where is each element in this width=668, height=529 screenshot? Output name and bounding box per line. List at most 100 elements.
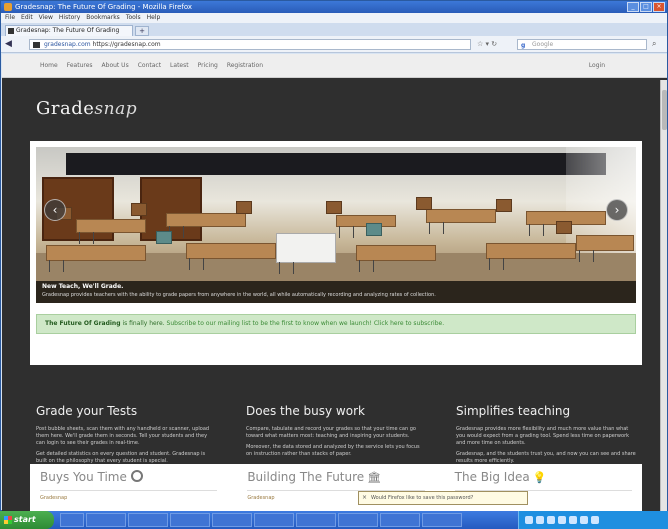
taskbar-item[interactable] [422,513,462,527]
feature-text: Post bubble sheets, scan them with any h… [36,426,210,446]
carousel-caption: New Teach, We'll Grade. Gradesnap provid… [36,281,636,303]
tray-icon[interactable] [525,516,533,524]
menu-history[interactable]: History [59,13,80,23]
chair [326,201,342,214]
nav-latest[interactable]: Latest [170,62,189,69]
building-icon: 🏛 [367,471,382,484]
title-bar: Gradesnap: The Future Of Grading - Mozil… [1,1,667,13]
carousel-slide-classroom: New Teach, We'll Grade. Gradesnap provid… [36,147,636,303]
site-identity-icon[interactable] [33,42,40,48]
card-buys-time: Buys You Time Gradesnap [40,470,218,512]
divider [40,490,218,491]
scrollbar-thumb[interactable] [662,90,667,130]
taskbar-item[interactable] [380,513,420,527]
card-title-text: Building The Future [247,470,365,484]
nav-pricing[interactable]: Pricing [198,62,218,69]
feature-text: Gradesnap, and the students trust you, a… [456,451,636,464]
taskbar-item[interactable] [338,513,378,527]
reload-icon[interactable]: ☆ ▾ ↻ [477,40,497,48]
site-nav: Home Features About Us Contact Latest Pr… [2,54,667,78]
nav-features[interactable]: Features [67,62,93,69]
nav-contact[interactable]: Contact [138,62,161,69]
logo-main: Grade [36,98,95,119]
start-button[interactable]: start [0,511,54,529]
search-placeholder: Google [532,41,554,48]
hero-carousel: New Teach, We'll Grade. Gradesnap provid… [30,141,642,365]
search-bar[interactable]: g Google [517,39,647,50]
taskbar-item[interactable] [170,513,210,527]
desk [276,233,336,274]
taskbar-item[interactable] [296,513,336,527]
alert-bold: The Future Of Grading [45,320,121,327]
feature-text: Gradesnap provides more flexibility and … [456,426,630,446]
chair [416,197,432,210]
chair [556,221,572,234]
page-scrollbar[interactable] [660,80,667,512]
tray-icon[interactable] [547,516,555,524]
taskbar-item[interactable] [86,513,126,527]
logo-accent: snap [94,99,138,119]
site-logo[interactable]: Gradesnap [36,98,137,119]
magnifier-icon[interactable]: ⌕ [652,39,656,49]
desk [76,219,146,244]
close-button[interactable]: × [653,2,665,12]
nav-about[interactable]: About Us [102,62,129,69]
tray-icon[interactable] [558,516,566,524]
chair [156,231,172,244]
desk [46,245,146,272]
new-tab-button[interactable]: + [135,26,149,36]
address-bar[interactable]: gradesnap.com https://gradesnap.com [29,39,471,50]
start-label: start [14,515,36,524]
back-arrow-icon[interactable]: ◀ [5,39,17,50]
tray-icon[interactable] [569,516,577,524]
card-title: The Big Idea 💡 [455,470,632,484]
chair [366,223,382,236]
window-title: Gradesnap: The Future Of Grading - Mozil… [15,3,193,11]
taskbar-item[interactable] [254,513,294,527]
menu-bar: File Edit View History Bookmarks Tools H… [1,13,667,23]
nav-home[interactable]: Home [40,62,58,69]
tray-icon[interactable] [580,516,588,524]
taskbar-item[interactable] [60,513,84,527]
menu-file[interactable]: File [5,13,15,23]
caption-title: New Teach, We'll Grade. [42,283,124,290]
feature-busy-work: Does the busy work Compare, tabulate and… [246,404,426,469]
card-text: Gradesnap [40,495,68,501]
caption-text: Gradesnap provides teachers with the abi… [42,292,436,298]
popup-close-icon[interactable]: × [362,492,367,504]
chair [496,199,512,212]
chalkboard [66,153,606,175]
feature-text: Compare, tabulate and record your grades… [246,426,416,439]
taskbar-item[interactable] [128,513,168,527]
tray-icon[interactable] [536,516,544,524]
feature-title: Does the busy work [246,404,365,418]
announcement-alert: The Future Of Grading is finally here. S… [36,314,636,334]
maximize-button[interactable]: □ [640,2,652,12]
tab-bar: Gradesnap: The Future Of Grading + [1,23,667,36]
menu-bookmarks[interactable]: Bookmarks [86,13,120,23]
login-link[interactable]: Login [589,62,605,69]
tab-gradesnap[interactable]: Gradesnap: The Future Of Grading [5,25,133,36]
minimize-button[interactable]: _ [627,2,639,12]
carousel-next-button[interactable]: › [606,199,628,221]
tray-icon[interactable] [591,516,599,524]
menu-help[interactable]: Help [147,13,161,23]
save-password-popup[interactable]: × Would Firefox like to save this passwo… [358,491,528,505]
alert-link[interactable]: Subscribe to our mailing list to be the … [167,320,445,327]
lightbulb-icon: 💡 [532,471,547,484]
desk [486,243,576,270]
carousel-prev-button[interactable]: ‹ [44,199,66,221]
nav-registration[interactable]: Registration [227,62,263,69]
feature-text: Get detailed statistics on every questio… [36,451,206,464]
menu-edit[interactable]: Edit [21,13,33,23]
windows-flag-icon [4,516,12,524]
menu-tools[interactable]: Tools [126,13,141,23]
card-title-text: Buys You Time [40,470,127,484]
menu-view[interactable]: View [39,13,53,23]
feature-title: Grade your Tests [36,404,138,418]
taskbar-item[interactable] [212,513,252,527]
taskbar-buttons [60,513,462,527]
desk [356,245,436,272]
firefox-icon [4,3,12,11]
address-host: gradesnap.com [44,41,91,48]
